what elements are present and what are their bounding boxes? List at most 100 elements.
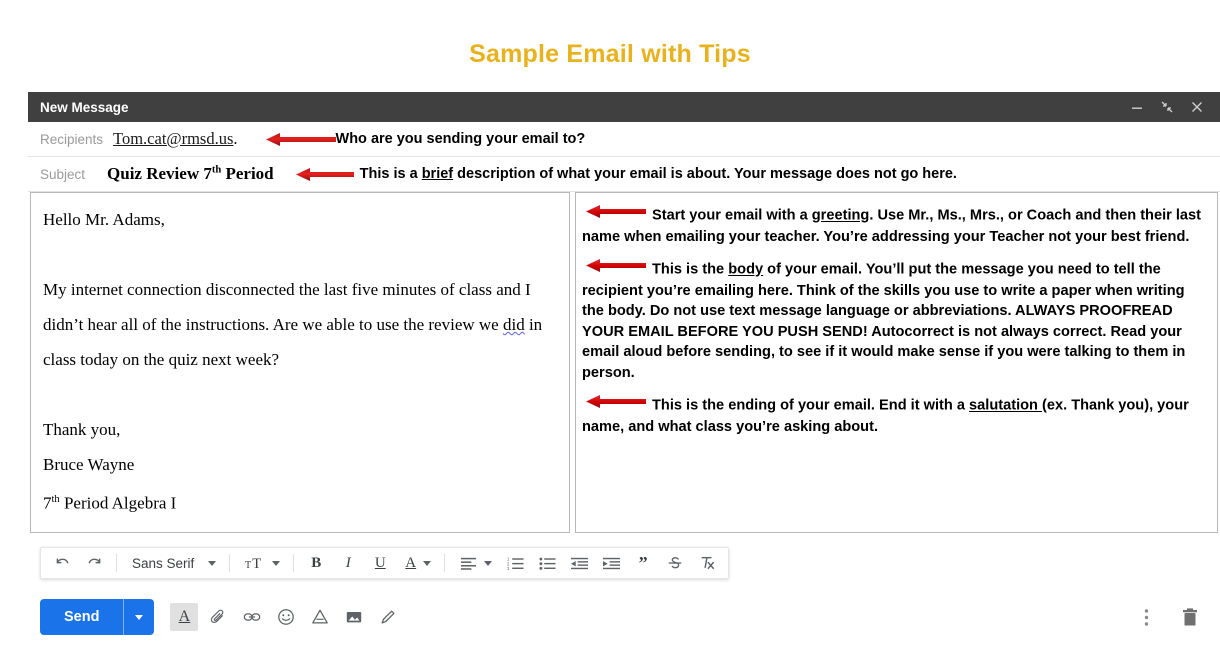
subject-annotation-underlined: brief (421, 166, 454, 182)
bold-button[interactable]: B (301, 550, 331, 576)
subject-annotation: This is a brief description of what your… (295, 166, 957, 182)
email-paragraph: My internet connection disconnected the … (43, 272, 557, 377)
link-icon (244, 613, 261, 621)
redo-icon (88, 558, 100, 563)
text-color-selector[interactable]: A (397, 550, 437, 576)
svg-text:3: 3 (507, 566, 510, 571)
maximize-button[interactable] (1160, 100, 1174, 114)
email-misspelled-word: did (502, 315, 525, 334)
subject-row[interactable]: Subject Quiz Review 7th Period This is a… (28, 157, 1220, 192)
undo-button[interactable] (47, 550, 77, 576)
drive-icon (312, 609, 329, 624)
font-size-selector[interactable]: T T (237, 550, 286, 576)
subject-value[interactable]: Quiz Review 7th Period (107, 164, 274, 184)
strikethrough-button[interactable] (660, 550, 690, 576)
send-button[interactable]: Send (40, 599, 123, 635)
tips-panel: Start your email with a greeting. Use Mr… (575, 192, 1218, 533)
email-body-editor[interactable]: Hello Mr. Adams, My internet connection … (30, 192, 570, 533)
insert-link-button[interactable] (238, 603, 266, 631)
subject-annotation-pre: This is a (359, 166, 422, 182)
underline-button[interactable]: U (365, 550, 395, 576)
insert-drive-file-button[interactable] (306, 603, 334, 631)
indent-more-button[interactable] (596, 550, 626, 576)
bulleted-list-icon (539, 557, 556, 570)
svg-text:T: T (245, 560, 251, 571)
emoji-icon (278, 609, 295, 625)
chevron-down-icon (423, 560, 432, 566)
recipients-annotation-text: Who are you sending your email to? (335, 131, 586, 147)
redo-button[interactable] (79, 550, 109, 576)
insert-signature-button[interactable] (374, 603, 402, 631)
more-options-icon (1144, 608, 1148, 626)
insert-emoji-button[interactable] (272, 603, 300, 631)
subject-annotation-post: description of what your email is about.… (453, 166, 957, 182)
formatting-options-button[interactable]: A (170, 603, 199, 631)
remove-formatting-button[interactable] (692, 550, 722, 576)
attach-file-button[interactable] (204, 603, 232, 631)
toolbar-divider (229, 554, 231, 572)
indent-more-icon (602, 557, 620, 569)
recipients-row[interactable]: Recipients Tom.cat@rmsd.us. Who are you … (28, 122, 1220, 157)
subject-label: Subject (40, 166, 86, 182)
remove-formatting-icon (701, 556, 715, 570)
subject-annotation-text: This is a brief description of what your… (360, 166, 957, 182)
recipients-annotation: Who are you sending your email to? (265, 131, 586, 147)
more-options-button[interactable] (1132, 603, 1160, 631)
tip-salutation-pre: This is the ending of your email. End it… (652, 397, 970, 414)
compose-window: New Message Recipients Tom.cat@rmsd.us. (28, 92, 1220, 533)
recipients-value[interactable]: Tom.cat@rmsd.us. (113, 129, 237, 149)
image-icon (347, 612, 362, 623)
chevron-down-icon (135, 614, 144, 620)
align-icon (461, 557, 477, 570)
email-signer: Bruce Wayne (43, 455, 135, 474)
close-button[interactable] (1190, 100, 1204, 114)
tip-body: This is the body of your email. You’ll p… (582, 259, 1209, 383)
strikethrough-icon (668, 557, 682, 569)
indent-less-button[interactable] (564, 550, 594, 576)
numbered-list-icon: 1 2 3 (507, 556, 524, 571)
tip-body-underlined: body (728, 261, 764, 278)
paperclip-icon (210, 609, 224, 623)
compose-window-title: New Message (40, 99, 129, 115)
recipient-email-link[interactable]: Tom.cat@rmsd.us (113, 129, 233, 148)
formatting-options-label: A (178, 608, 191, 625)
minimize-button[interactable] (1130, 100, 1144, 114)
italic-button[interactable]: I (333, 550, 363, 576)
pen-icon (381, 610, 395, 624)
chevron-down-icon (208, 560, 217, 566)
toolbar-divider (293, 554, 295, 572)
subject-value-superscript: th (211, 164, 222, 176)
chevron-down-icon (484, 560, 493, 566)
font-family-label: Sans Serif (132, 555, 195, 571)
align-selector[interactable] (452, 550, 498, 576)
svg-text:T: T (253, 556, 262, 572)
numbered-list-button[interactable]: 1 2 3 (500, 550, 530, 576)
email-closing: Thank you, (43, 420, 121, 439)
email-body-text: Hello Mr. Adams, My internet connection … (43, 202, 557, 521)
tip-salutation: This is the ending of your email. End it… (582, 395, 1209, 437)
tip-body-pre: This is the (652, 261, 729, 278)
email-class-line: 7th Period Algebra I (43, 482, 557, 521)
font-family-selector[interactable]: Sans Serif (124, 550, 222, 576)
discard-draft-button[interactable] (1176, 603, 1204, 631)
quote-button[interactable]: ” (628, 550, 658, 576)
tip-body-post: of your email. You’ll put the message yo… (582, 261, 1186, 381)
send-options-button[interactable] (124, 599, 154, 635)
recipient-period: . (233, 129, 238, 148)
text-color-label: A (405, 554, 417, 571)
subject-value-main: Quiz Review 7 (107, 164, 212, 183)
tip-greeting: Start your email with a greeting. Use Mr… (582, 205, 1209, 247)
email-class-superscript: th (51, 494, 60, 505)
compose-body-area: Hello Mr. Adams, My internet connection … (28, 192, 1220, 533)
insert-photo-button[interactable] (340, 603, 368, 631)
red-arrow-left-icon (586, 394, 646, 416)
formatting-toolbar: Sans Serif T T B I U A 1 2 3 ” (40, 547, 730, 579)
tip-greeting-underlined: greeting (811, 207, 870, 224)
window-controls (1130, 100, 1210, 114)
chevron-down-icon (272, 560, 281, 566)
red-arrow-left-icon (586, 258, 646, 280)
email-paragraph-pre: My internet connection disconnected the … (43, 280, 531, 334)
send-button-group[interactable]: Send (40, 599, 155, 635)
bulleted-list-button[interactable] (532, 550, 562, 576)
action-bar-right (1132, 603, 1212, 631)
